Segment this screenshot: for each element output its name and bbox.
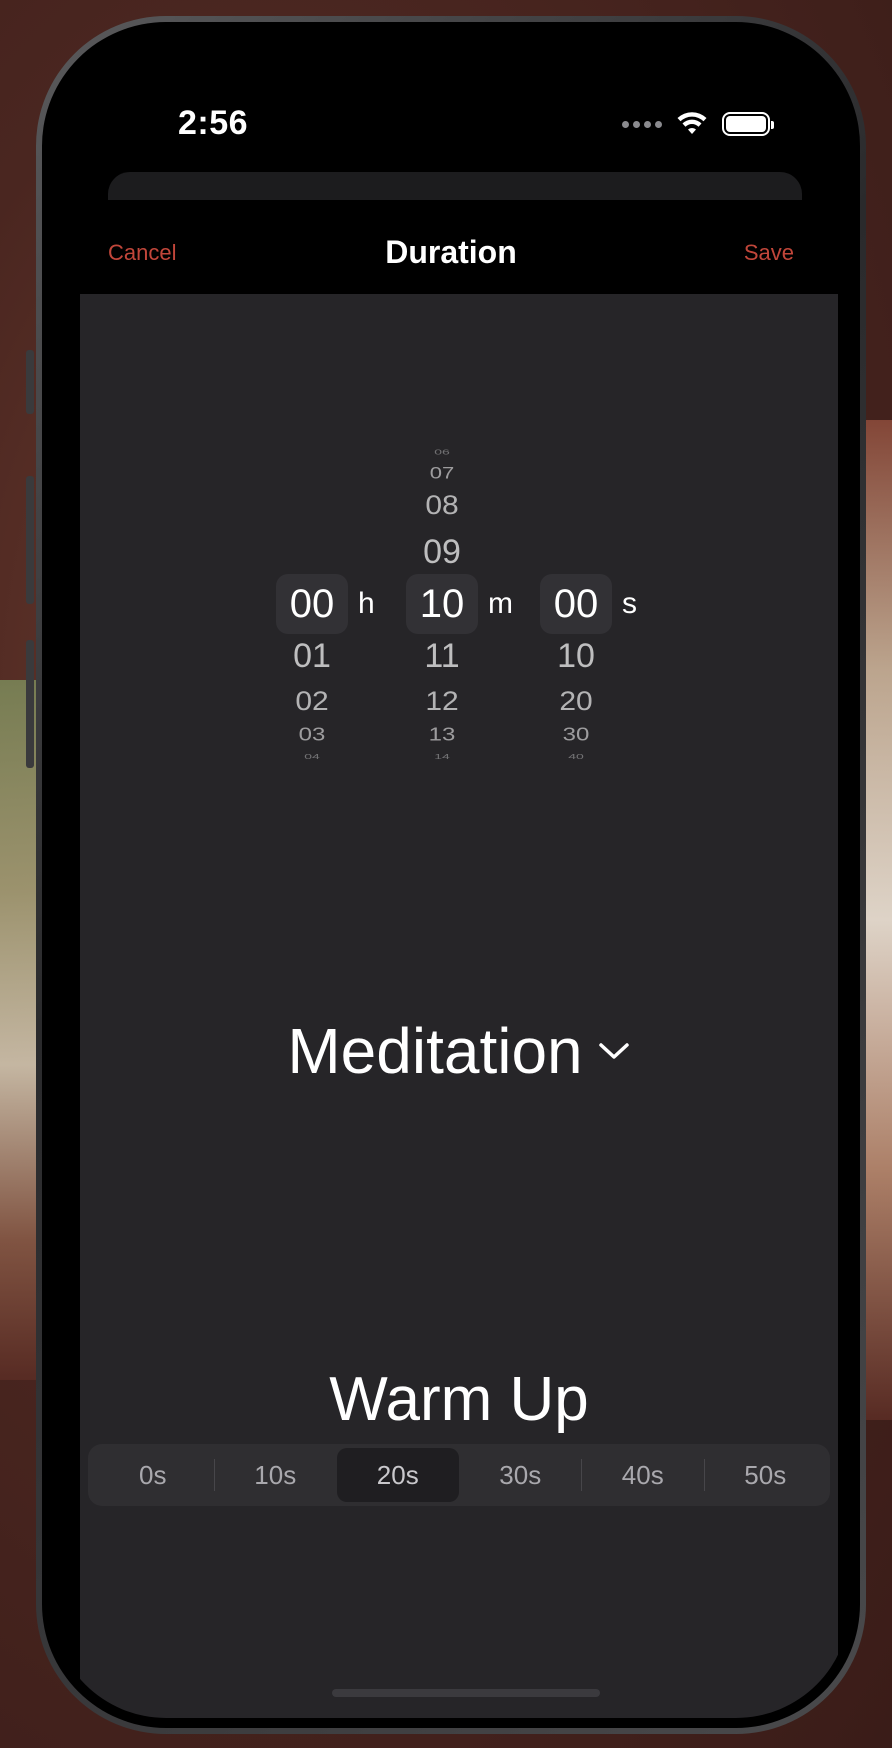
seconds-wheel[interactable]: 00 10 20 30 40 [540,294,612,794]
page-title: Duration [385,234,517,270]
duration-picker[interactable]: 00 01 02 03 04 h 10 09 08 07 06 11 12 13 14 m 00 10 20… [80,294,838,794]
hours-wheel-item[interactable]: 03 [276,726,348,744]
hours-wheel[interactable]: 00 01 02 03 04 [276,294,348,794]
volume-down-button [26,640,34,768]
mute-switch [26,350,34,414]
minutes-wheel-item[interactable]: 13 [406,726,478,744]
background-sheet [108,172,802,202]
hours-wheel-item[interactable]: 02 [276,688,348,716]
warmup-option-40s[interactable]: 40s [582,1448,704,1502]
save-button[interactable]: Save [744,240,794,266]
volume-up-button [26,476,34,604]
seconds-wheel-item[interactable]: 30 [540,726,612,744]
minutes-wheel-item[interactable]: 07 [406,464,478,482]
meditation-dropdown-button[interactable]: Meditation [287,1014,630,1088]
warmup-option-10s[interactable]: 10s [215,1448,337,1502]
seconds-unit-label: s [622,587,637,620]
navigation-bar: Cancel Duration Save [52,200,850,294]
wifi-icon [677,112,707,134]
chevron-down-icon [598,1043,629,1059]
hours-wheel-item[interactable]: 01 [276,639,348,673]
hours-selected-value: 00 [289,582,335,626]
status-icons [622,112,774,136]
minutes-wheel[interactable]: 10 09 08 07 06 11 12 13 14 [406,294,478,794]
hours-unit-label: h [358,587,375,620]
battery-level [726,116,766,132]
warmup-option-20s[interactable]: 20s [337,1448,459,1502]
minutes-wheel-item[interactable]: 06 [406,448,478,456]
meditation-label: Meditation [287,1015,583,1087]
meditation-row: Meditation [80,1014,838,1088]
minutes-wheel-item[interactable]: 14 [406,752,478,760]
battery-icon [722,112,774,136]
hours-wheel-item[interactable]: 04 [276,752,348,760]
minutes-wheel-item[interactable]: 09 [406,535,478,569]
warmup-title: Warm Up [329,1365,589,1434]
cellular-signal-icon [622,120,662,128]
minutes-wheel-item[interactable]: 12 [406,688,478,716]
seconds-wheel-item[interactable]: 10 [540,639,612,673]
seconds-wheel-item[interactable]: 40 [540,752,612,760]
minutes-selected-value: 10 [419,582,465,626]
seconds-wheel-item[interactable]: 20 [540,688,612,716]
warmup-segmented-control: 0s 10s 20s 30s 40s 50s [88,1444,830,1506]
duration-content: 00 01 02 03 04 h 10 09 08 07 06 11 12 13 14 m 00 10 20… [80,294,838,1718]
home-indicator[interactable] [332,1689,600,1697]
phone-bezel: 2:56 Cancel Duration Save 00 01 02 03 04… [42,22,860,1728]
screen: 2:56 Cancel Duration Save 00 01 02 03 04… [52,32,850,1718]
seconds-selected-value: 00 [553,582,599,626]
phone-frame: 2:56 Cancel Duration Save 00 01 02 03 04… [36,16,866,1734]
warmup-option-30s[interactable]: 30s [460,1448,582,1502]
warmup-option-0s[interactable]: 0s [92,1448,214,1502]
warmup-option-50s[interactable]: 50s [705,1448,827,1502]
status-time: 2:56 [178,104,249,142]
minutes-wheel-item[interactable]: 11 [406,639,478,673]
minutes-unit-label: m [488,587,513,620]
minutes-wheel-item[interactable]: 08 [406,492,478,520]
